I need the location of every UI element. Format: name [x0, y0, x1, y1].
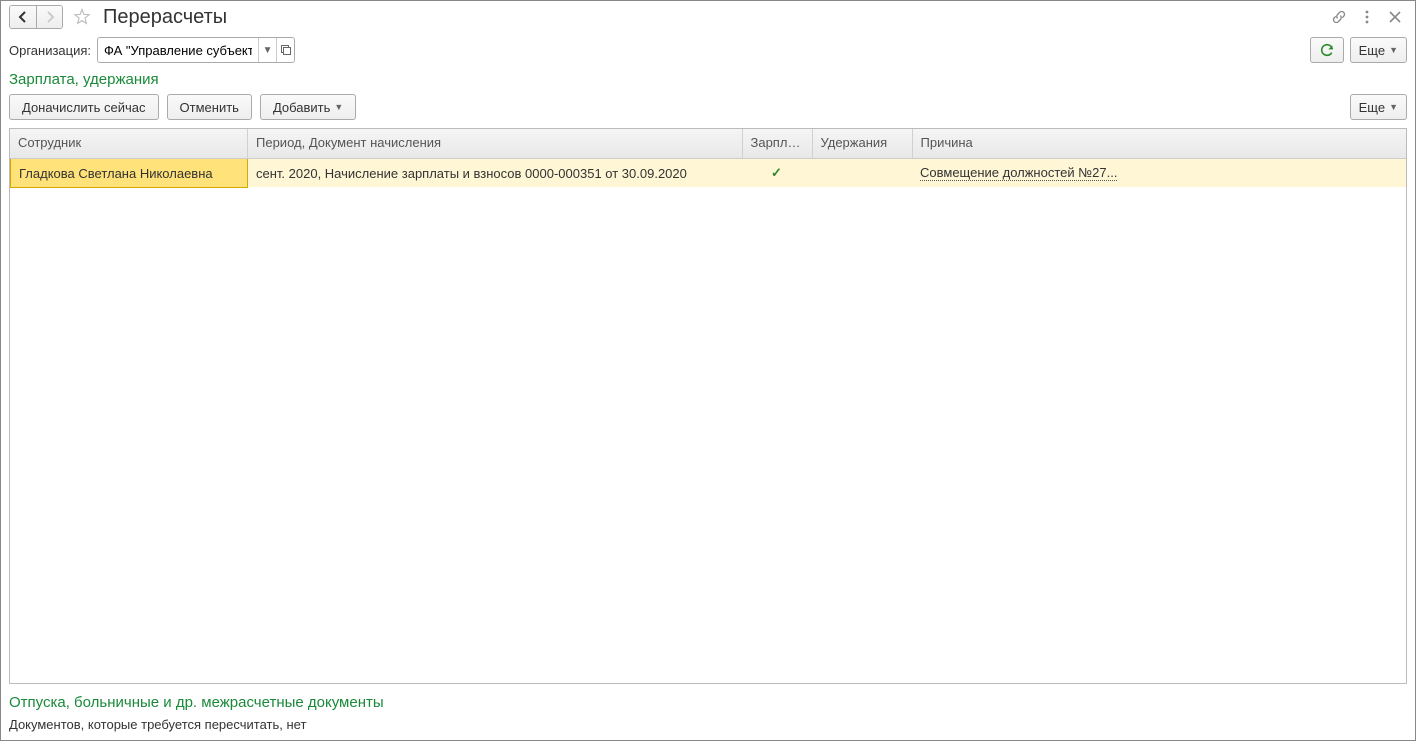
more-button-top-label: Еще — [1359, 43, 1385, 58]
org-open-button[interactable] — [276, 38, 294, 62]
section2-empty-text: Документов, которые требуется пересчитат… — [9, 717, 1407, 732]
cancel-button[interactable]: Отменить — [167, 94, 252, 120]
org-combo: ▼ — [97, 37, 295, 63]
cancel-label: Отменить — [180, 100, 239, 115]
cell-period: сент. 2020, Начисление зарплаты и взносо… — [248, 159, 742, 187]
col-period[interactable]: Период, Документ начисления — [248, 129, 743, 158]
recalc-now-label: Доначислить сейчас — [22, 100, 146, 115]
filter-row: Организация: ▼ Еще ▼ — [1, 35, 1415, 71]
cell-salary: ✓ — [742, 159, 812, 187]
section1-header: Зарплата, удержания — [1, 71, 1415, 94]
title-bar: Перерасчеты — [1, 1, 1415, 35]
col-salary[interactable]: Зарплата — [743, 129, 813, 158]
org-dropdown-button[interactable]: ▼ — [258, 38, 276, 62]
close-icon[interactable] — [1383, 5, 1407, 29]
refresh-button[interactable] — [1310, 37, 1344, 63]
section2: Отпуска, больничные и др. межрасчетные д… — [1, 684, 1415, 740]
org-label: Организация: — [9, 43, 91, 58]
reason-link[interactable]: Совмещение должностей №27... — [920, 165, 1117, 181]
cell-employee: Гладкова Светлана Николаевна — [10, 159, 248, 188]
col-reason[interactable]: Причина — [913, 129, 1407, 158]
section1-toolbar: Доначислить сейчас Отменить Добавить ▼ Е… — [1, 94, 1415, 128]
check-icon: ✓ — [750, 165, 803, 181]
table-body[interactable]: Гладкова Светлана Николаевна сент. 2020,… — [10, 159, 1406, 683]
chevron-down-icon: ▼ — [1389, 45, 1398, 55]
org-input[interactable] — [98, 38, 258, 62]
forward-button[interactable] — [36, 6, 62, 28]
more-button-section1[interactable]: Еще ▼ — [1350, 94, 1407, 120]
nav-buttons — [9, 5, 63, 29]
section2-header: Отпуска, больничные и др. межрасчетные д… — [9, 694, 1407, 713]
table-header: Сотрудник Период, Документ начисления За… — [10, 129, 1406, 159]
add-button[interactable]: Добавить ▼ — [260, 94, 356, 120]
favorite-star-icon[interactable] — [71, 6, 93, 28]
page-title: Перерасчеты — [103, 6, 227, 29]
back-button[interactable] — [10, 6, 36, 28]
chevron-down-icon: ▼ — [334, 102, 343, 112]
col-employee[interactable]: Сотрудник — [10, 129, 248, 158]
cell-reason: Совмещение должностей №27... — [912, 159, 1406, 187]
add-label: Добавить — [273, 100, 330, 115]
more-button-section1-label: Еще — [1359, 100, 1385, 115]
recalc-now-button[interactable]: Доначислить сейчас — [9, 94, 159, 120]
link-icon[interactable] — [1327, 5, 1351, 29]
table-row[interactable]: Гладкова Светлана Николаевна сент. 2020,… — [10, 159, 1406, 187]
chevron-down-icon: ▼ — [1389, 102, 1398, 112]
table: Сотрудник Период, Документ начисления За… — [9, 128, 1407, 684]
col-deductions[interactable]: Удержания — [813, 129, 913, 158]
cell-deductions — [812, 159, 912, 187]
more-button-top[interactable]: Еще ▼ — [1350, 37, 1407, 63]
kebab-menu-icon[interactable] — [1355, 5, 1379, 29]
